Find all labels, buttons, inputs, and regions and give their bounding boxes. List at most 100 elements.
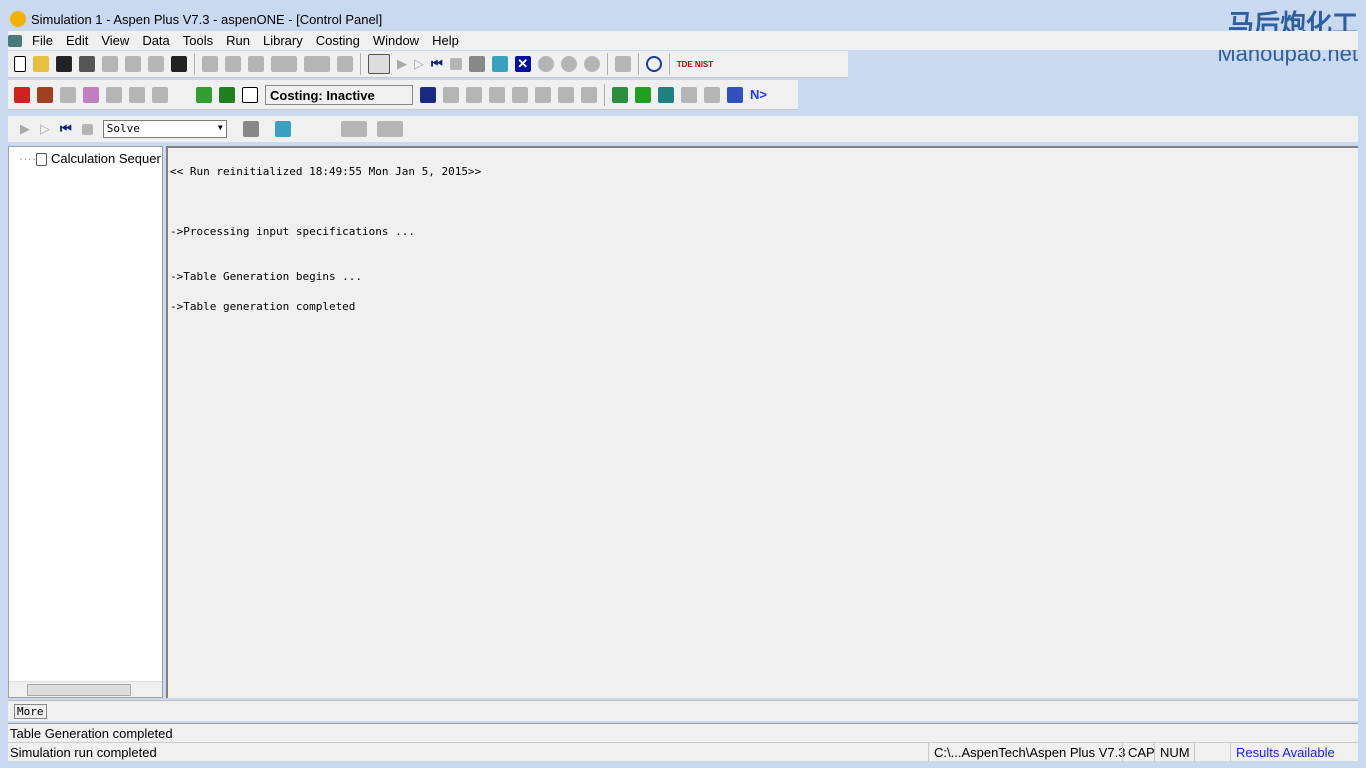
ruler-icon[interactable] bbox=[612, 86, 628, 103]
status-empty bbox=[1194, 743, 1230, 762]
list-icon[interactable] bbox=[535, 86, 551, 103]
balance-icon[interactable] bbox=[512, 86, 528, 103]
status-text: Simulation run completed bbox=[10, 745, 157, 760]
window-title: Simulation 1 - Aspen Plus V7.3 - aspenON… bbox=[31, 11, 383, 27]
calculation-tree: ···· Calculation Sequer bbox=[8, 146, 163, 698]
model-icon-5[interactable] bbox=[106, 86, 122, 103]
circle-3-icon[interactable] bbox=[583, 56, 600, 72]
model-icon-1[interactable] bbox=[14, 86, 30, 103]
flask-icon[interactable] bbox=[645, 56, 662, 72]
reinitialize-icon[interactable]: ⏮ bbox=[431, 56, 443, 72]
export-icon[interactable] bbox=[225, 56, 241, 72]
report-icon[interactable] bbox=[443, 86, 459, 103]
run-icon[interactable]: ▶ bbox=[20, 121, 30, 137]
scrollbar-thumb[interactable] bbox=[27, 684, 131, 696]
import-icon[interactable] bbox=[202, 56, 218, 72]
message-bar: Table Generation completed bbox=[8, 723, 1358, 742]
map-icon[interactable] bbox=[489, 86, 505, 103]
copy-icon[interactable] bbox=[125, 56, 141, 72]
tree-item-label: Calculation Sequer bbox=[50, 151, 161, 166]
house-icon[interactable] bbox=[658, 86, 674, 103]
menu-costing[interactable]: Costing bbox=[316, 33, 360, 48]
costing-status[interactable]: Costing: Inactive bbox=[265, 84, 413, 105]
new-icon[interactable] bbox=[14, 56, 26, 72]
edit-dropdown-icon[interactable] bbox=[376, 121, 403, 137]
save-icon[interactable] bbox=[56, 56, 72, 72]
stop-icon[interactable] bbox=[81, 123, 93, 135]
menu-file[interactable]: File bbox=[32, 33, 53, 48]
reinitialize-icon[interactable]: ⏮ bbox=[60, 121, 72, 137]
log-line: ->Table generation completed bbox=[170, 300, 356, 313]
page-icon bbox=[36, 153, 48, 167]
whats-this-icon[interactable] bbox=[171, 56, 187, 72]
economics-icon[interactable] bbox=[420, 86, 436, 103]
find-icon[interactable] bbox=[248, 56, 264, 72]
run-mode-select[interactable]: Solve bbox=[102, 120, 227, 138]
connect-icon[interactable] bbox=[704, 86, 720, 103]
plot-icon-1[interactable] bbox=[129, 86, 145, 103]
model-icon-2[interactable] bbox=[37, 86, 53, 103]
app-logo-icon bbox=[10, 11, 26, 27]
horizontal-scrollbar[interactable] bbox=[9, 681, 162, 697]
menu-view[interactable]: View bbox=[101, 33, 129, 48]
check-results-icon[interactable] bbox=[491, 56, 508, 72]
menu-run[interactable]: Run bbox=[226, 33, 250, 48]
nist-tde-icon[interactable]: TDE NIST bbox=[677, 60, 713, 69]
stop-icon[interactable] bbox=[449, 58, 462, 70]
menu-help[interactable]: Help bbox=[432, 33, 459, 48]
arrows-icon[interactable] bbox=[681, 86, 697, 103]
status-path: C:\...AspenTech\Aspen Plus V7.3 bbox=[928, 743, 1131, 762]
menu-data[interactable]: Data bbox=[142, 33, 169, 48]
step-icon[interactable]: ▷ bbox=[40, 121, 50, 137]
log-line: << Run reinitialized 18:49:55 Mon Jan 5,… bbox=[170, 165, 482, 178]
control-panel-log: << Run reinitialized 18:49:55 Mon Jan 5,… bbox=[166, 146, 1358, 698]
open-icon[interactable] bbox=[33, 56, 49, 72]
display-icon[interactable] bbox=[337, 56, 353, 72]
view-dropdown-icon[interactable] bbox=[271, 56, 297, 72]
paste-icon[interactable] bbox=[148, 56, 164, 72]
view-dropdown-icon[interactable] bbox=[340, 121, 367, 137]
menu-window[interactable]: Window bbox=[373, 33, 419, 48]
circle-2-icon[interactable] bbox=[560, 56, 577, 72]
menu-tools[interactable]: Tools bbox=[183, 33, 213, 48]
costing-toolbar: Costing: Inactive N> bbox=[190, 80, 798, 110]
title-bar: Simulation 1 - Aspen Plus V7.3 - aspenON… bbox=[0, 7, 1366, 31]
doc-icon[interactable] bbox=[8, 34, 22, 47]
status-results: Results Available bbox=[1230, 743, 1340, 762]
dollar-icon[interactable] bbox=[581, 86, 597, 103]
menu-library[interactable]: Library bbox=[263, 33, 303, 48]
standard-toolbar: ▶ ▷ ⏮ ✕ TDE NIST bbox=[8, 51, 848, 78]
plot-icon-2[interactable] bbox=[152, 86, 168, 103]
menu-bar: File Edit View Data Tools Run Library Co… bbox=[8, 31, 1358, 50]
costing-icon[interactable] bbox=[196, 86, 212, 103]
model-icon-3[interactable] bbox=[60, 86, 76, 103]
edit-dropdown-icon[interactable] bbox=[304, 56, 330, 72]
grid-icon[interactable] bbox=[242, 86, 258, 103]
step-icon[interactable]: ▷ bbox=[414, 56, 424, 72]
results-icon[interactable] bbox=[468, 56, 485, 72]
log-line: ->Table Generation begins ... bbox=[170, 270, 363, 283]
model-icon-4[interactable] bbox=[83, 86, 99, 103]
run-toolbar: ▶ ▷ ⏮ Solve bbox=[8, 116, 1358, 142]
results-icon[interactable] bbox=[242, 121, 259, 137]
next-icon[interactable]: N> bbox=[750, 87, 767, 102]
log-line: ->Processing input specifications ... bbox=[170, 225, 416, 238]
analysis-icon[interactable] bbox=[614, 56, 631, 72]
menu-edit[interactable]: Edit bbox=[66, 33, 88, 48]
tree-icon[interactable] bbox=[466, 86, 482, 103]
check-results-icon[interactable] bbox=[274, 121, 291, 137]
more-button[interactable]: More bbox=[14, 704, 47, 719]
print-icon[interactable] bbox=[79, 56, 95, 72]
print-preview-icon[interactable] bbox=[102, 56, 118, 72]
tree-item[interactable]: ···· Calculation Sequer bbox=[19, 151, 161, 167]
glasses-icon[interactable] bbox=[727, 86, 743, 103]
cost-options-icon[interactable] bbox=[219, 86, 235, 103]
close-x-icon[interactable]: ✕ bbox=[514, 56, 531, 72]
run-icon[interactable]: ▶ bbox=[397, 56, 407, 72]
control-panel-icon[interactable] bbox=[368, 54, 390, 74]
status-num: NUM bbox=[1154, 743, 1195, 762]
first-icon[interactable] bbox=[558, 86, 574, 103]
more-bar: More bbox=[8, 700, 1358, 721]
molecule-icon[interactable] bbox=[635, 86, 651, 103]
circle-1-icon[interactable] bbox=[537, 56, 554, 72]
